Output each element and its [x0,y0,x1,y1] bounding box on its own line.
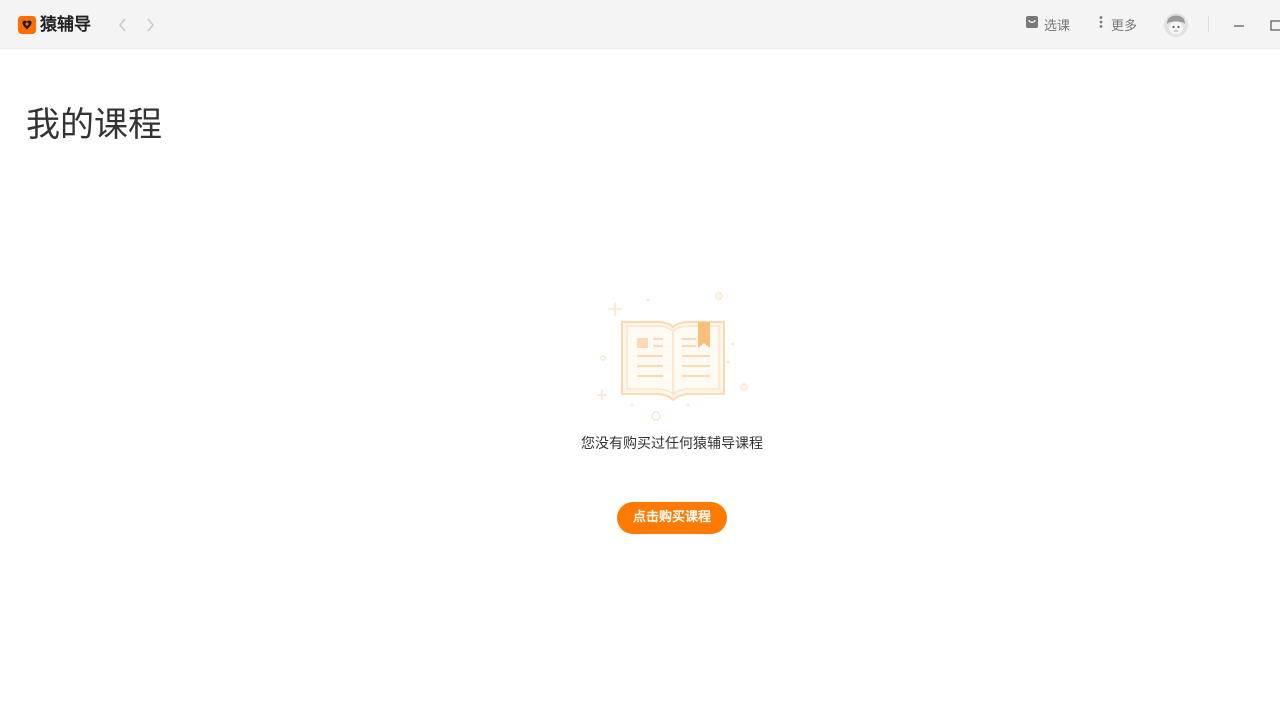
back-arrow-icon[interactable] [116,17,130,33]
more-label: 更多 [1111,18,1138,34]
forward-arrow-icon[interactable] [143,17,157,33]
more-menu-button[interactable]: 更多 [1096,14,1137,34]
user-avatar-icon[interactable] [1164,13,1188,37]
open-book-icon [592,288,756,424]
bag-icon [1025,15,1039,33]
buy-course-button[interactable]: 点击购买课程 [617,502,727,534]
select-course-label: 选课 [1044,18,1071,34]
titlebar-divider [1208,16,1209,32]
title-bar: 猿辅导 选课 更多 [0,0,1280,49]
empty-state-message: 您没有购买过任何猿辅导课程 [581,436,763,452]
app-name: 猿辅导 [40,15,91,35]
select-course-button[interactable]: 选课 [1025,14,1070,34]
app-logo-icon [18,16,36,34]
minimize-icon[interactable] [1232,17,1246,31]
page-title: 我的课程 [26,104,162,145]
maximize-icon[interactable] [1270,17,1280,31]
vertical-dots-icon [1096,15,1106,33]
